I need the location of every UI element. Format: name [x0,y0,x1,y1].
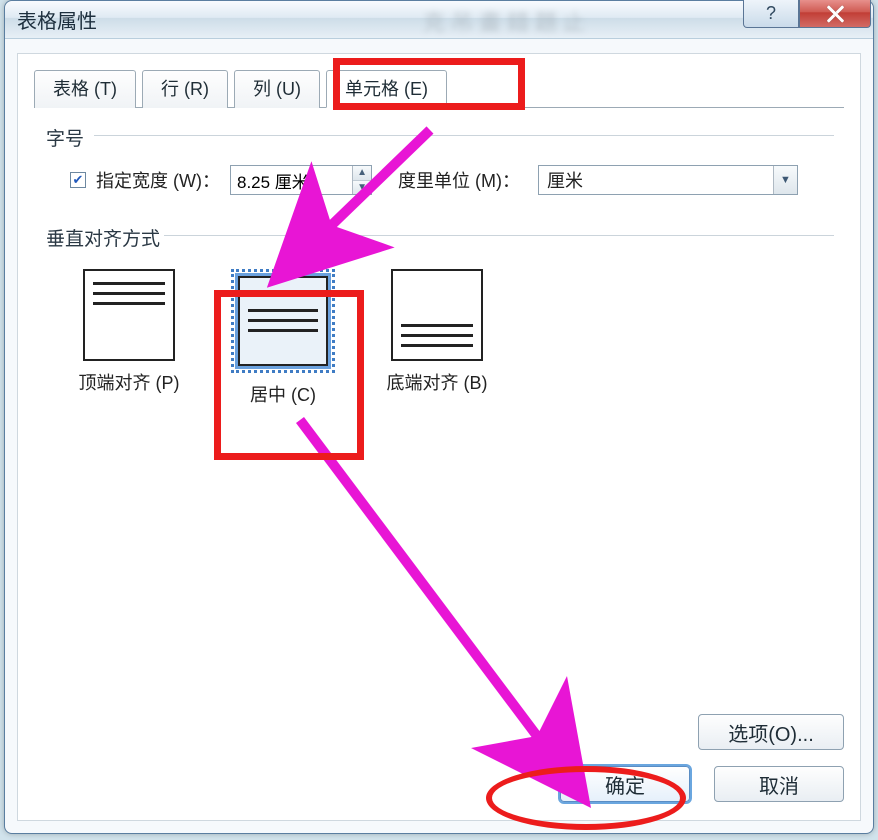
align-center-icon [238,276,328,366]
help-button[interactable]: ? [743,0,799,28]
width-spinner[interactable]: ▲ ▼ [230,165,372,195]
preferred-width-checkbox[interactable] [70,172,86,188]
align-bottom-icon [391,269,483,361]
measure-unit-label: 度里单位 (M)： [398,167,520,193]
size-legend: 字号 [46,124,834,151]
ok-button[interactable]: 确定 [560,766,690,802]
spin-up-icon[interactable]: ▲ [353,166,371,180]
align-center-selection [231,269,335,373]
options-button-wrap: 选项(O)... [698,714,844,750]
divider [94,135,834,136]
width-input[interactable] [231,166,352,194]
align-option-center[interactable]: 居中 (C) [218,269,348,407]
align-option-top[interactable]: 顶端对齐 (P) [64,269,194,407]
close-icon [825,4,845,24]
align-center-label: 居中 (C) [218,381,348,407]
measure-unit-dropdown[interactable]: 厘米 ▼ [538,165,798,195]
align-top-label: 顶端对齐 (P) [64,369,194,395]
title-bar[interactable]: 表格属性 克吊畫錯題止 ? [5,1,873,39]
dropdown-icon[interactable]: ▼ [773,166,797,194]
align-top-icon [83,269,175,361]
tab-column[interactable]: 列 (U) [234,70,320,108]
tab-table[interactable]: 表格 (T) [34,70,136,108]
divider [164,235,834,236]
tab-row[interactable]: 行 (R) [142,70,228,108]
cancel-button[interactable]: 取消 [714,766,844,802]
align-bottom-label: 底端对齐 (B) [372,369,502,395]
spin-down-icon[interactable]: ▼ [353,180,371,195]
window-frame: 表格属性 克吊畫錯題止 ? 表格 (T) 行 (R) 列 (U) 单元格 (E)… [4,0,874,834]
options-button[interactable]: 选项(O)... [698,714,844,750]
client-area: 表格 (T) 行 (R) 列 (U) 单元格 (E) 字号 指定宽度 (W)： … [17,53,861,821]
tab-cell[interactable]: 单元格 (E) [326,70,447,108]
ghost-text: 克吊畫錯題止 [423,5,683,35]
measure-unit-value: 厘米 [539,167,773,193]
window-title: 表格属性 [17,5,97,34]
align-option-bottom[interactable]: 底端对齐 (B) [372,269,502,407]
valign-section: 垂直对齐方式 顶端对齐 (P) [44,224,834,407]
preferred-width-label: 指定宽度 (W)： [96,167,220,193]
close-button[interactable] [799,0,871,28]
valign-legend: 垂直对齐方式 [46,224,834,251]
dialog-button-row: 确定 取消 [560,766,844,802]
tab-strip: 表格 (T) 行 (R) 列 (U) 单元格 (E) [34,70,844,108]
size-section: 字号 指定宽度 (W)： ▲ ▼ 度里单位 (M)： 厘米 ▼ [44,124,834,195]
